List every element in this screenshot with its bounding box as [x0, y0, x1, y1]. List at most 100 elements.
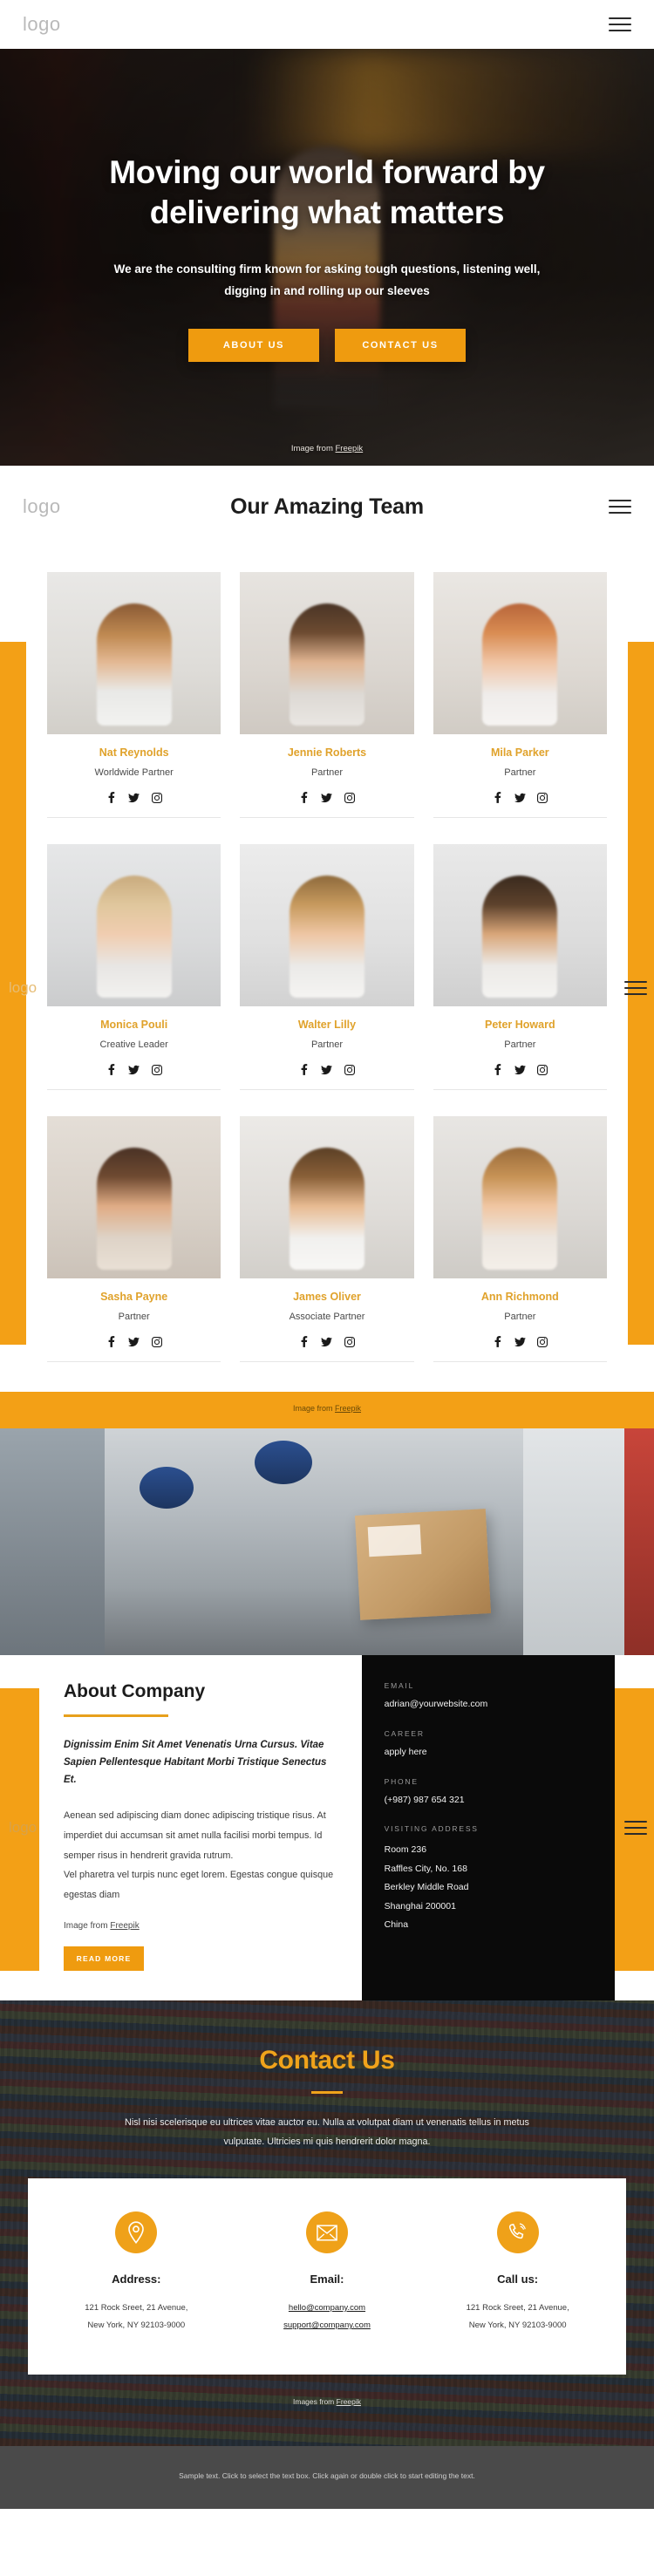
facebook-icon[interactable]: [106, 1336, 117, 1347]
team-member-socials: [240, 792, 413, 803]
contact-image-credit: Images from Freepik: [293, 2396, 361, 2406]
team-card-container: Nat Reynolds Worldwide Partner Jennie Robe…: [26, 548, 628, 1392]
instagram-icon[interactable]: [151, 792, 162, 803]
team-member-photo: [240, 844, 414, 1006]
facebook-icon[interactable]: [106, 1064, 117, 1075]
team-member-card: Monica Pouli Creative Leader: [47, 844, 221, 1090]
about-side-hamburger-icon[interactable]: [624, 1820, 647, 1835]
instagram-icon[interactable]: [537, 1064, 548, 1075]
about-image-credit: Image from Freepik: [64, 1920, 140, 1931]
team-member-socials: [433, 1064, 607, 1075]
twitter-icon[interactable]: [514, 1336, 526, 1347]
twitter-icon[interactable]: [128, 792, 140, 803]
freepik-link[interactable]: Freepik: [336, 444, 364, 453]
facebook-icon[interactable]: [106, 792, 117, 803]
hero-title: Moving our world forward by delivering w…: [109, 154, 545, 231]
contact-email-link[interactable]: support@company.com: [283, 2320, 371, 2330]
contact-line: New York, NY 92103-9000: [87, 2320, 186, 2331]
team-member-card: Nat Reynolds Worldwide Partner: [47, 572, 221, 818]
visiting-address-label: VISITING ADDRESS: [384, 1824, 479, 1834]
facebook-icon[interactable]: [492, 792, 503, 803]
twitter-icon[interactable]: [128, 1336, 140, 1347]
team-member-socials: [47, 792, 221, 803]
address-line: China: [384, 1919, 409, 1931]
about-heading: About Company: [64, 1681, 206, 1701]
about-contact-panel: EMAIL adrian@yourwebsite.com CAREER appl…: [361, 1655, 616, 2000]
team-member-socials: [47, 1064, 221, 1075]
team-member-photo: [240, 572, 414, 734]
instagram-icon[interactable]: [151, 1336, 162, 1347]
team-member-name: James Oliver: [293, 1291, 361, 1303]
hamburger-menu-icon[interactable]: [609, 17, 631, 31]
team-member-card: Ann Richmond Partner: [433, 1116, 607, 1362]
team-member-card: Mila Parker Partner: [433, 572, 607, 818]
email-link[interactable]: adrian@yourwebsite.com: [385, 1699, 488, 1709]
address-line: Room 236: [384, 1844, 427, 1856]
contact-column: Call us: 121 Rock Sreet, 21 Avenue, New Yo…: [426, 2211, 609, 2334]
twitter-icon[interactable]: [321, 792, 333, 803]
facebook-icon[interactable]: [492, 1064, 503, 1075]
team-side-hamburger-icon[interactable]: [624, 981, 647, 995]
address-line: Berkley Middle Road: [384, 1882, 469, 1893]
hero-button-group: ABOUT US CONTACT US: [35, 328, 619, 362]
email-value[interactable]: adrian@yourwebsite.com: [385, 1698, 592, 1712]
twitter-icon[interactable]: [514, 792, 526, 803]
about-side-logo: logo: [9, 1818, 37, 1836]
email-label: EMAIL: [384, 1681, 415, 1690]
twitter-icon[interactable]: [514, 1064, 526, 1075]
contact-line[interactable]: hello@company.com: [236, 2300, 419, 2317]
apply-here-link[interactable]: apply here: [385, 1747, 427, 1757]
team-member-photo: [47, 572, 221, 734]
contact-subtitle: Nisl nisi scelerisque eu ultrices vitae …: [125, 2116, 529, 2148]
instagram-icon[interactable]: [537, 1336, 548, 1347]
team-header: logo Our Amazing Team: [0, 466, 654, 548]
about-body-text: Aenean sed adipiscing diam donec adipisc…: [64, 1806, 337, 1905]
instagram-icon[interactable]: [344, 792, 355, 803]
facebook-icon[interactable]: [298, 792, 310, 803]
team-member-role: Partner: [310, 767, 344, 778]
freepik-link[interactable]: Freepik: [110, 1921, 139, 1931]
team-member-photo: [433, 572, 607, 734]
phone-icon: [496, 2211, 539, 2254]
team-member-role: Worldwide Partner: [94, 767, 174, 778]
about-us-button[interactable]: ABOUT US: [188, 328, 319, 362]
contact-line[interactable]: support@company.com: [236, 2317, 419, 2334]
team-image-credit: Image from Freepik: [0, 1392, 654, 1428]
team-member-socials: [433, 1336, 607, 1347]
twitter-icon[interactable]: [321, 1336, 333, 1347]
team-member-name: Nat Reynolds: [99, 746, 169, 759]
team-section: logo Nat Reynolds Worldwide Partner Jennie…: [0, 548, 654, 1428]
instagram-icon[interactable]: [537, 792, 548, 803]
read-more-button[interactable]: READ MORE: [64, 1946, 144, 1971]
team-member-socials: [47, 1336, 221, 1347]
hero-subtitle: We are the consulting firm known for ask…: [113, 262, 541, 297]
instagram-icon[interactable]: [151, 1064, 162, 1075]
team-member-socials: [240, 1064, 413, 1075]
team-member-socials: [240, 1336, 413, 1347]
facebook-icon[interactable]: [492, 1336, 503, 1347]
contact-email-link[interactable]: hello@company.com: [289, 2303, 365, 2313]
contact-line: 121 Rock Sreet, 21 Avenue,: [85, 2303, 188, 2314]
team-member-photo: [240, 1116, 414, 1278]
instagram-icon[interactable]: [344, 1064, 355, 1075]
contact-column: Address: 121 Rock Sreet, 21 Avenue, New Yo…: [45, 2211, 228, 2334]
footer: Sample text. Click to select the text bo…: [0, 2445, 654, 2510]
phone-label: PHONE: [384, 1776, 419, 1786]
facebook-icon[interactable]: [298, 1064, 310, 1075]
twitter-icon[interactable]: [321, 1064, 333, 1075]
site-logo[interactable]: logo: [23, 13, 61, 36]
twitter-icon[interactable]: [128, 1064, 140, 1075]
contact-us-button[interactable]: CONTACT US: [335, 328, 466, 362]
facebook-icon[interactable]: [298, 1336, 310, 1347]
instagram-icon[interactable]: [344, 1336, 355, 1347]
team-side-logo: logo: [9, 979, 37, 996]
team-member-role: Partner: [504, 1039, 536, 1050]
location-pin-icon: [115, 2211, 158, 2254]
team-member-name: Sasha Payne: [100, 1291, 168, 1303]
career-value[interactable]: apply here: [385, 1746, 592, 1760]
freepik-link[interactable]: Freepik: [337, 2397, 361, 2406]
team-member-role: Creative Leader: [99, 1039, 168, 1050]
about-hero-image: [0, 1428, 654, 1655]
phone-value: (+987) 987 654 321: [384, 1794, 465, 1805]
freepik-link[interactable]: Freepik: [335, 1404, 361, 1413]
